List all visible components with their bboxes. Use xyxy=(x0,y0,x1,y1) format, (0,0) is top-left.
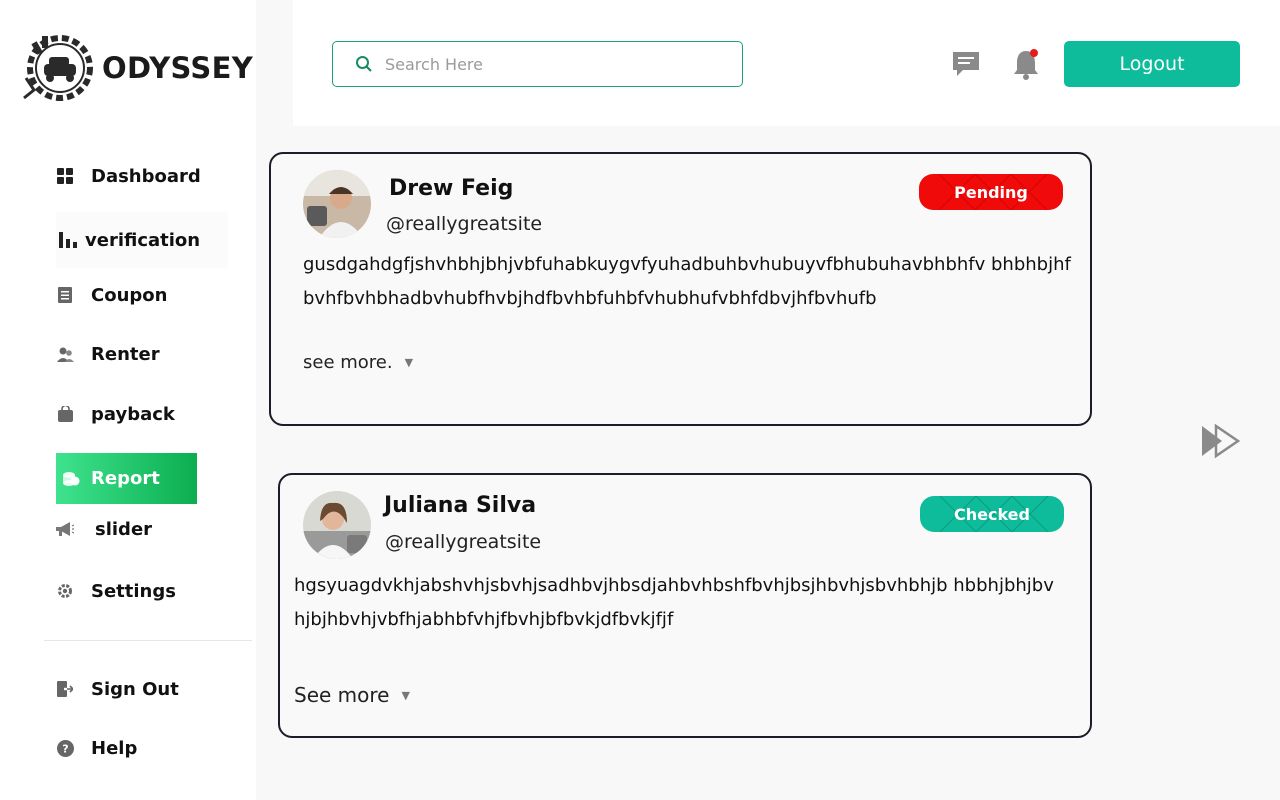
sidebar-item-label: Renter xyxy=(91,343,160,365)
sidebar-item-label: Settings xyxy=(91,580,176,602)
chevron-down-icon: ▼ xyxy=(404,356,414,369)
notification-bell-icon[interactable] xyxy=(1012,48,1040,80)
sidebar-item-label: Coupon xyxy=(91,284,168,306)
avatar xyxy=(303,170,371,238)
see-more-label: see more. xyxy=(303,352,393,373)
grid-icon xyxy=(56,167,74,185)
sidebar-item-coupon[interactable]: Coupon xyxy=(56,275,167,315)
fast-forward-icon[interactable] xyxy=(1200,422,1242,460)
see-more-link[interactable]: see more. ▼ xyxy=(303,352,413,373)
see-more-link[interactable]: See more ▼ xyxy=(294,683,410,707)
users-icon xyxy=(56,345,74,363)
sidebar-item-label: verification xyxy=(85,229,201,251)
report-author-name: Drew Feig xyxy=(389,176,514,201)
bag-icon xyxy=(56,405,74,423)
sidebar-item-dashboard[interactable]: Dashboard xyxy=(56,156,201,196)
sign-out-icon xyxy=(56,680,74,698)
logout-button[interactable]: Logout xyxy=(1064,41,1240,87)
gear-icon xyxy=(56,582,74,600)
sidebar-item-verification[interactable]: verification xyxy=(56,212,228,268)
sidebar-item-sign-out[interactable]: Sign Out xyxy=(56,669,179,709)
report-card: Drew Feig @reallygreatsite Pending gusdg… xyxy=(269,152,1092,426)
sidebar-divider xyxy=(44,640,252,641)
bar-chart-icon xyxy=(59,231,77,249)
sidebar-item-payback[interactable]: payback xyxy=(56,394,175,434)
sidebar-item-label: Dashboard xyxy=(91,165,201,187)
status-badge[interactable]: Pending xyxy=(919,174,1063,210)
status-badge[interactable]: Checked xyxy=(920,496,1064,532)
brand[interactable]: ODYSSEY xyxy=(20,28,253,108)
sidebar-item-report[interactable]: Report xyxy=(56,453,197,504)
report-author-handle: @reallygreatsite xyxy=(385,531,542,553)
sidebar-item-label: Sign Out xyxy=(91,678,179,700)
report-text: hgsyuagdvkhjabshvhjsbvhjsadhbvjhbsdjahbv… xyxy=(294,575,1054,630)
sidebar: ODYSSEY Dashboard verification Coupon Re… xyxy=(0,0,256,800)
gear-car-logo-icon xyxy=(23,35,93,101)
search-input[interactable] xyxy=(385,54,705,74)
svg-text:?: ? xyxy=(62,742,68,755)
coins-icon xyxy=(62,470,80,488)
document-icon xyxy=(56,286,74,304)
report-author-handle: @reallygreatsite xyxy=(386,213,543,235)
sidebar-item-label: Help xyxy=(91,737,138,759)
report-card: Juliana Silva @reallygreatsite Checked h… xyxy=(278,473,1092,738)
sidebar-item-label: slider xyxy=(95,518,153,540)
help-icon: ? xyxy=(56,739,74,757)
search-box[interactable] xyxy=(332,41,743,87)
sidebar-item-settings[interactable]: Settings xyxy=(56,571,176,611)
search-icon xyxy=(356,56,372,72)
report-author-name: Juliana Silva xyxy=(384,493,537,518)
sidebar-item-slider[interactable]: slider xyxy=(56,509,152,549)
message-icon[interactable] xyxy=(951,50,981,78)
sidebar-item-label: payback xyxy=(91,403,175,425)
sidebar-item-help[interactable]: ? Help xyxy=(56,728,137,768)
report-text: gusdgahdgfjshvhbhjbhjvbfuhabkuygvfyuhadb… xyxy=(303,254,1071,309)
status-badge-label: Pending xyxy=(954,182,1028,202)
sidebar-item-renter[interactable]: Renter xyxy=(56,334,160,374)
avatar xyxy=(303,491,371,559)
see-more-label: See more xyxy=(294,683,390,707)
notification-dot xyxy=(1030,49,1038,57)
chevron-down-icon: ▼ xyxy=(401,688,410,702)
megaphone-icon xyxy=(56,520,74,538)
sidebar-item-label: Report xyxy=(91,468,160,489)
brand-name: ODYSSEY xyxy=(102,51,253,85)
status-badge-label: Checked xyxy=(954,504,1030,524)
